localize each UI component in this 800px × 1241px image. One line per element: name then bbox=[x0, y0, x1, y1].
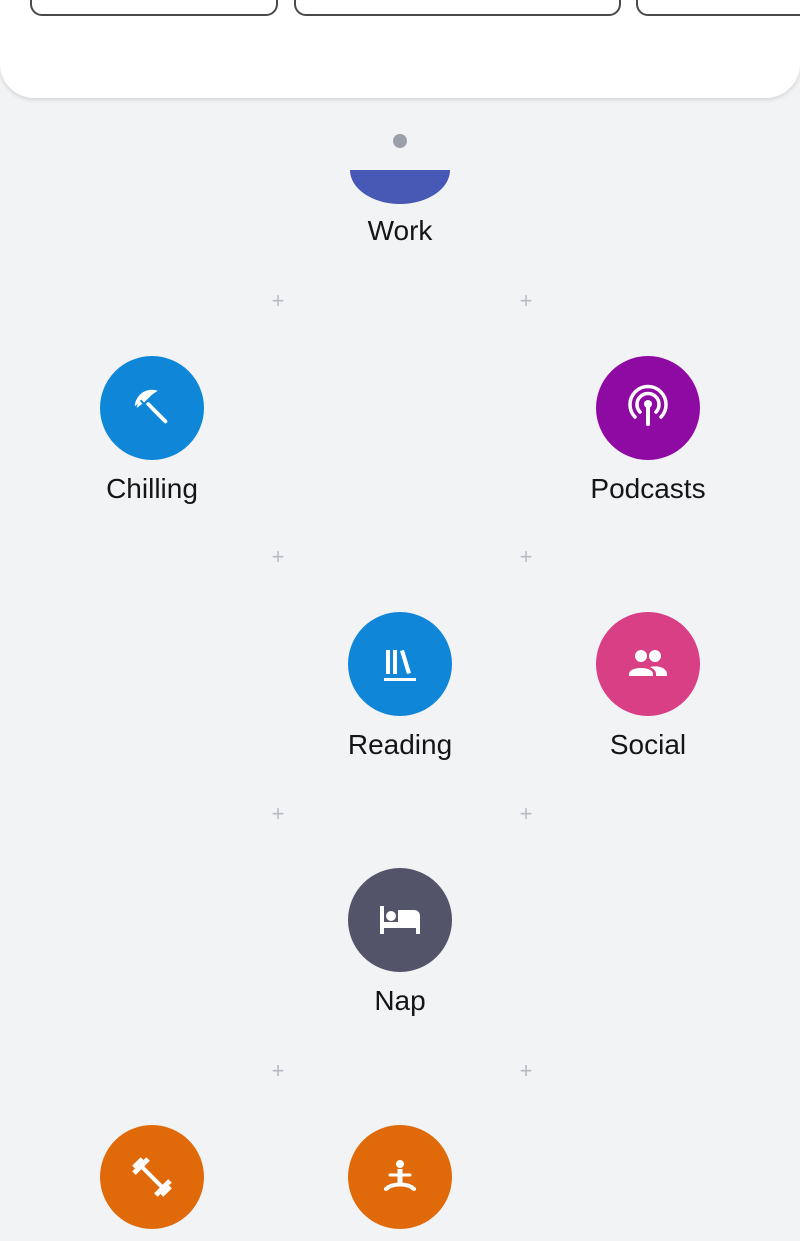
meditation-circle[interactable] bbox=[348, 1125, 452, 1229]
add-activity-plus[interactable]: + bbox=[268, 1060, 288, 1082]
add-activity-plus[interactable]: + bbox=[268, 546, 288, 568]
nap-circle[interactable] bbox=[348, 868, 452, 972]
podcasts-circle[interactable] bbox=[596, 356, 700, 460]
add-activity-plus[interactable]: + bbox=[516, 546, 536, 568]
reading-circle[interactable] bbox=[348, 612, 452, 716]
reading-activity[interactable]: Reading bbox=[320, 612, 480, 762]
nap-activity[interactable]: Nap bbox=[320, 868, 480, 1018]
page-indicator-dot bbox=[393, 134, 407, 148]
workout-activity[interactable] bbox=[72, 1125, 232, 1241]
dumbbell-icon bbox=[132, 1157, 172, 1197]
people-icon bbox=[629, 650, 667, 676]
add-activity-plus[interactable]: + bbox=[516, 290, 536, 312]
reading-label: Reading bbox=[347, 729, 453, 760]
filter-chip-2[interactable] bbox=[294, 0, 621, 16]
chilling-label: Chilling bbox=[106, 473, 198, 504]
bed-icon bbox=[380, 906, 420, 934]
meditation-icon bbox=[384, 1160, 416, 1191]
nap-label: Nap bbox=[374, 985, 426, 1016]
add-activity-plus[interactable]: + bbox=[268, 803, 288, 825]
top-card bbox=[0, 0, 800, 98]
books-icon bbox=[384, 650, 416, 681]
add-activity-plus[interactable]: + bbox=[268, 290, 288, 312]
meditation-activity[interactable] bbox=[320, 1125, 480, 1241]
add-activity-plus[interactable]: + bbox=[516, 1060, 536, 1082]
workout-circle[interactable] bbox=[100, 1125, 204, 1229]
podcasts-activity[interactable]: Podcasts bbox=[568, 356, 728, 506]
social-circle[interactable] bbox=[596, 612, 700, 716]
social-label: Social bbox=[609, 729, 687, 760]
add-activity-plus[interactable]: + bbox=[516, 803, 536, 825]
chilling-activity[interactable]: Chilling bbox=[72, 356, 232, 506]
beach-umbrella-icon bbox=[134, 389, 168, 424]
work-activity-button[interactable] bbox=[350, 170, 450, 204]
podcasts-label: Podcasts bbox=[590, 473, 706, 504]
work-label: Work bbox=[367, 215, 433, 246]
social-activity[interactable]: Social bbox=[568, 612, 728, 762]
filter-chip-1[interactable] bbox=[30, 0, 278, 16]
filter-chip-3[interactable] bbox=[636, 0, 800, 16]
podcast-icon bbox=[628, 384, 668, 426]
chilling-circle[interactable] bbox=[100, 356, 204, 460]
